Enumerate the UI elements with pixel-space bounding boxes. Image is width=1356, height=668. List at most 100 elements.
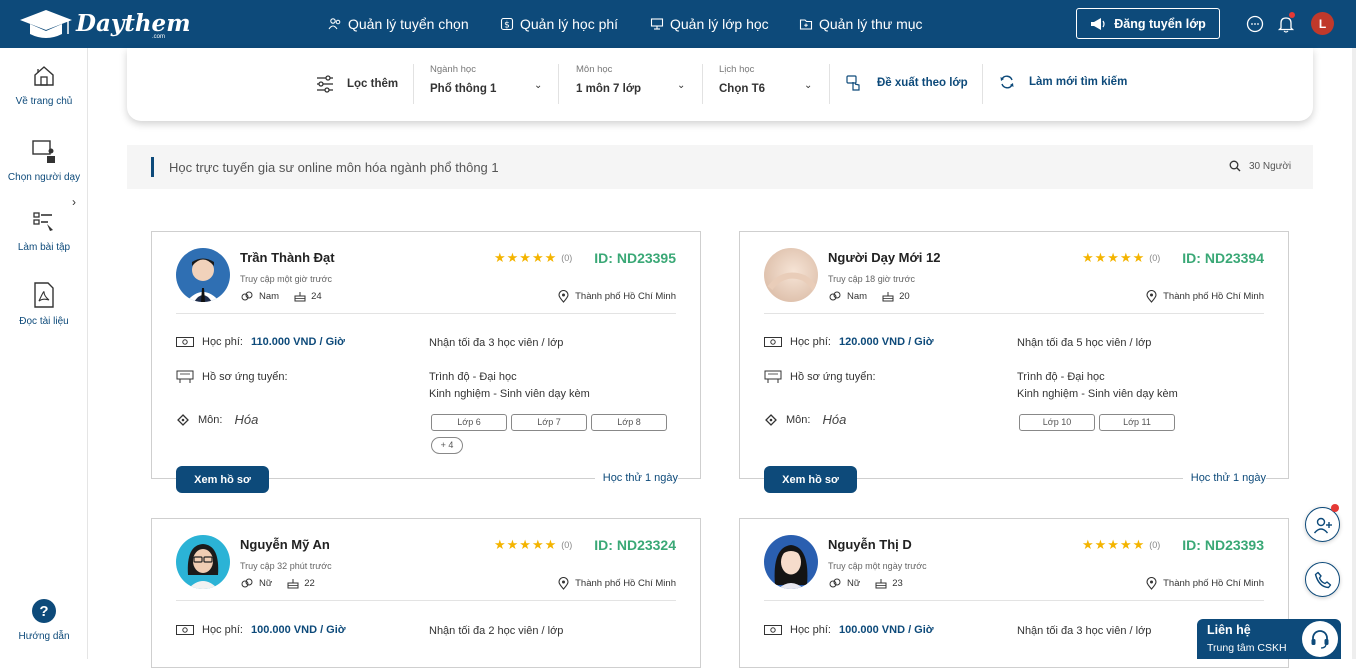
- tutor-meta: Nam 20: [828, 290, 910, 302]
- suggest-by-class-button[interactable]: Đề xuất theo lớp: [845, 74, 968, 92]
- headset-icon: [1302, 621, 1338, 657]
- class-chip: Lớp 11: [1099, 414, 1175, 431]
- gender-icon: [241, 291, 253, 301]
- capacity: Nhận tối đa 3 học viên / lớp: [429, 337, 564, 349]
- scrollbar[interactable]: [1352, 48, 1356, 659]
- tutor-age: 22: [304, 577, 315, 589]
- last-access: Truy cập 32 phút trước: [240, 561, 332, 571]
- capacity: Nhận tối đa 2 học viên / lớp: [429, 625, 564, 637]
- cake-icon: [294, 291, 306, 301]
- contact-title: Liên hệ: [1207, 623, 1251, 637]
- sidebar-item-help[interactable]: ? Hướng dẫn: [0, 599, 88, 642]
- top-navbar: Daythem .com Quản lý tuyển chọn $ Quản l…: [0, 0, 1356, 48]
- tutor-name[interactable]: Nguyễn Mỹ An: [240, 537, 330, 552]
- nav-label: Quản lý học phí: [520, 16, 619, 32]
- filter-bar: Lọc thêm Ngành học Phổ thông 1 ⌄ Môn học…: [127, 48, 1313, 121]
- fee-row: Học phí: 100.000 VND / Giờ: [764, 624, 934, 636]
- sidebar-item-exercises[interactable]: Làm bài tập: [0, 210, 88, 253]
- nav-tuition[interactable]: $ Quản lý học phí: [500, 0, 618, 48]
- capacity: Nhận tối đa 5 học viên / lớp: [1017, 337, 1152, 349]
- review-count: (0): [1149, 540, 1161, 550]
- subject-select[interactable]: Môn học 1 môn 7 lớp ⌄: [576, 64, 692, 104]
- tutor-card: Người Dạy Mới 12 Truy cập 18 giờ trước N…: [739, 231, 1289, 493]
- review-count: (0): [561, 540, 573, 550]
- tutor-name[interactable]: Nguyễn Thị D: [828, 537, 912, 552]
- hand-pointer-icon: [846, 75, 860, 91]
- chat-icon[interactable]: [1245, 14, 1265, 34]
- divider: [764, 313, 1264, 314]
- tutor-photo[interactable]: [764, 248, 818, 302]
- profile-desk-icon: [176, 370, 194, 383]
- result-count: 30 Người: [1229, 160, 1291, 172]
- major-select-value: Phổ thông 1: [430, 83, 497, 95]
- profile-row: Hồ sơ ứng tuyển:: [764, 370, 876, 384]
- contact-support-button[interactable]: Liên hệ Trung tâm CSKH: [1197, 619, 1341, 659]
- search-query: Học trực tuyến gia sư online môn hóa ngà…: [169, 160, 499, 175]
- sidebar-item-label: Đọc tài liệu: [19, 316, 69, 327]
- user-avatar[interactable]: L: [1311, 12, 1334, 35]
- qualifications: Trình độ - Đại học Kinh nghiệm - Sinh vi…: [429, 369, 590, 403]
- review-count: (0): [561, 253, 573, 263]
- tutor-photo[interactable]: [176, 248, 230, 302]
- logo[interactable]: Daythem .com: [18, 6, 191, 42]
- view-profile-button[interactable]: Xem hồ sơ: [176, 466, 269, 493]
- profile-desk-icon: [764, 370, 782, 383]
- fee-row: Học phí: 100.000 VND / Giờ: [176, 624, 346, 636]
- location-label: Thành phố Hồ Chí Minh: [1163, 578, 1264, 589]
- divider: [982, 64, 983, 104]
- subject-select-value: 1 môn 7 lớp: [576, 83, 642, 95]
- rating-stars: ★★★★★: [1082, 250, 1146, 265]
- location-pin-icon: [1146, 577, 1157, 590]
- tutor-location: Thành phố Hồ Chí Minh: [1146, 290, 1264, 303]
- tutor-photo[interactable]: [764, 535, 818, 589]
- more-classes-chip[interactable]: + 4: [431, 437, 463, 454]
- refresh-icon: [1000, 75, 1014, 89]
- major-select[interactable]: Ngành học Phổ thông 1 ⌄: [430, 64, 548, 104]
- tutor-location: Thành phố Hồ Chí Minh: [1146, 577, 1264, 590]
- phone-icon: [1314, 571, 1331, 588]
- class-chips: Lớp 6 Lớp 7 Lớp 8 + 4: [431, 412, 681, 458]
- add-user-icon: [1313, 517, 1332, 533]
- nav-folders[interactable]: Quản lý thư mục: [799, 0, 923, 48]
- notification-dot: [1289, 12, 1295, 18]
- gender-icon: [829, 291, 841, 301]
- chevron-right-icon[interactable]: ›: [72, 195, 76, 209]
- sidebar-item-label: Hướng dẫn: [18, 631, 70, 642]
- subject-select-label: Môn học: [576, 64, 613, 75]
- profile-label: Hồ sơ ứng tuyển:: [202, 371, 288, 383]
- schedule-select[interactable]: Lịch học Chọn T6 ⌄: [719, 64, 825, 104]
- tutor-name[interactable]: Trần Thành Đạt: [240, 250, 335, 265]
- add-friend-button[interactable]: [1305, 507, 1340, 542]
- diamond-icon: [765, 413, 777, 426]
- tutor-photo[interactable]: [176, 535, 230, 589]
- rating-stars: ★★★★★: [494, 537, 558, 552]
- post-class-button[interactable]: Đăng tuyển lớp: [1076, 8, 1220, 39]
- subject-value: Hóa: [234, 412, 259, 427]
- location-pin-icon: [1146, 290, 1157, 303]
- tutor-gender: Nam: [259, 290, 280, 302]
- fee-row: Học phí: 120.000 VND / Giờ: [764, 336, 934, 348]
- search-icon[interactable]: [1229, 160, 1241, 172]
- refresh-search-button[interactable]: Làm mới tìm kiếm: [999, 74, 1127, 90]
- fee-label: Học phí:: [202, 624, 243, 636]
- filter-more-button[interactable]: Lọc thêm: [315, 74, 398, 94]
- sidebar-item-choose-teacher[interactable]: Chọn người dạy: [0, 138, 88, 183]
- class-chips: Lớp 10 Lớp 11: [1019, 412, 1269, 435]
- location-label: Thành phố Hồ Chí Minh: [1163, 291, 1264, 302]
- divider: [176, 600, 676, 601]
- nav-label: Quản lý lớp học: [670, 16, 769, 32]
- tutor-age: 23: [892, 577, 903, 589]
- nav-classes[interactable]: Quản lý lớp học: [650, 0, 769, 48]
- contact-subtitle: Trung tâm CSKH: [1207, 642, 1287, 654]
- people-icon: [328, 18, 341, 30]
- tutor-name[interactable]: Người Dạy Mới 12: [828, 250, 940, 265]
- call-button[interactable]: [1305, 562, 1340, 597]
- subject-value: Hóa: [822, 412, 847, 427]
- view-profile-button[interactable]: Xem hồ sơ: [764, 466, 857, 493]
- sidebar-item-documents[interactable]: Đọc tài liệu: [0, 282, 88, 327]
- cake-icon: [287, 578, 299, 588]
- last-access: Truy cập 18 giờ trước: [828, 274, 916, 284]
- sidebar-item-home[interactable]: Về trang chủ: [0, 64, 88, 107]
- nav-recruitment[interactable]: Quản lý tuyển chọn: [328, 0, 469, 48]
- review-count: (0): [1149, 253, 1161, 263]
